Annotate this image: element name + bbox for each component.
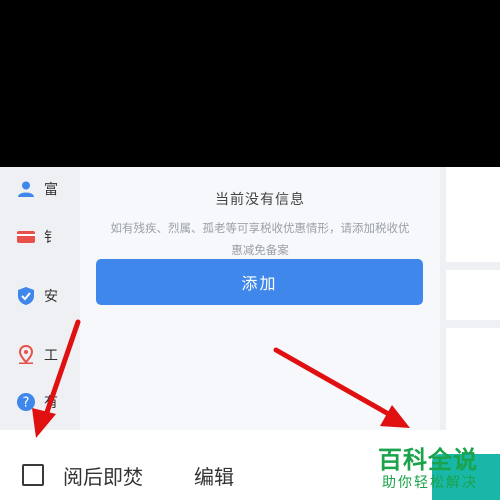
sidebar-divider: [446, 262, 500, 270]
card-icon: [16, 227, 36, 247]
shield-check-icon: [16, 286, 36, 306]
sidebar-divider: [446, 320, 500, 328]
sidebar-item-label: 钅: [44, 230, 58, 246]
svg-text:?: ?: [23, 396, 30, 411]
empty-state-description: 如有残疾、烈属、孤老等可享税收优惠情形，请添加税收优惠减免备案: [110, 221, 410, 257]
sidebar-item-label: 安: [44, 289, 58, 305]
sidebar-item-user[interactable]: 富: [0, 167, 58, 211]
black-overlay-area: [0, 0, 500, 167]
burn-after-reading-checkbox[interactable]: [22, 464, 44, 486]
sidebar-item-label: 有: [44, 395, 58, 411]
sidebar-item-location[interactable]: 工: [0, 333, 58, 377]
sidebar-item-label: 富: [44, 182, 58, 198]
sidebar-item-security[interactable]: 安: [0, 274, 58, 318]
empty-state-title: 当前没有信息: [215, 192, 305, 208]
watermark-main-text: 百科全说: [378, 446, 478, 474]
user-icon: [16, 179, 36, 199]
sidebar-item-label: 工: [44, 348, 58, 364]
empty-state-card: 当前没有信息 如有残疾、烈属、孤老等可享税收优惠情形，请添加税收优惠减免备案 添…: [80, 167, 440, 430]
burn-after-reading-label[interactable]: 阅后即焚: [63, 461, 143, 490]
watermark-logo: 百科全说 助你轻松解决: [378, 440, 493, 494]
add-button[interactable]: 添加: [96, 259, 423, 305]
sidebar-item-help[interactable]: ? 有: [0, 380, 58, 424]
location-pin-icon: [16, 345, 36, 365]
sidebar-menu: [446, 167, 500, 430]
help-icon: ?: [16, 392, 36, 412]
edit-button[interactable]: 编辑: [194, 461, 234, 490]
sidebar-item-card[interactable]: 钅: [0, 215, 58, 259]
watermark-sub-text: 助你轻松解决: [382, 475, 478, 491]
